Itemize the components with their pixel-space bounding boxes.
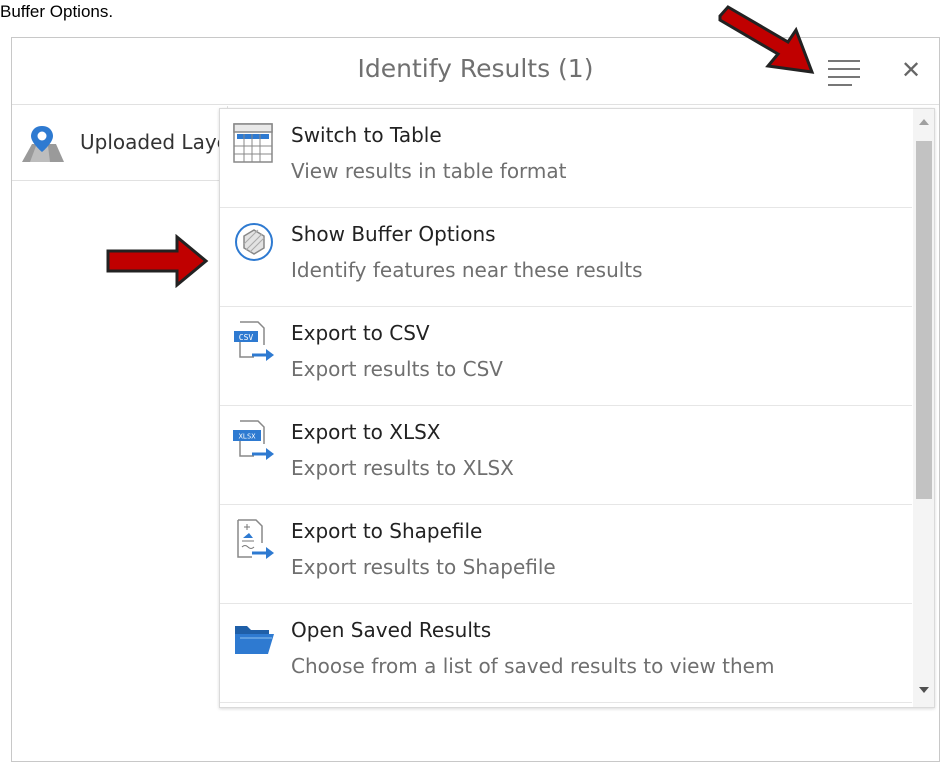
menu-item-description: Identify features near these results (291, 258, 643, 282)
menu-item-export-csv[interactable]: CSV Export to CSV Export results to CSV (220, 307, 912, 406)
csv-badge-text: CSV (239, 333, 254, 342)
xlsx-badge-text: XLSX (239, 433, 257, 441)
options-dropdown-menu: Switch to Table View results in table fo… (219, 108, 935, 708)
menu-item-label: Export to XLSX (291, 420, 441, 444)
map-pin-icon (22, 126, 64, 162)
buffer-icon (235, 223, 273, 261)
identify-results-window: Identify Results (1) ✕ Uploaded Layers (11, 37, 940, 762)
menu-item-label: Switch to Table (291, 123, 442, 147)
menu-item-show-buffer-options[interactable]: Show Buffer Options Identify features ne… (220, 208, 912, 307)
menu-icon[interactable] (826, 58, 862, 86)
shapefile-export-icon (237, 519, 274, 559)
folder-open-icon (235, 626, 274, 654)
layer-tab[interactable]: Uploaded Layers (12, 106, 228, 181)
caption-text: Buffer Options. (0, 2, 114, 21)
menu-item-label: Open Saved Results (291, 618, 492, 642)
scroll-thumb[interactable] (916, 141, 932, 499)
csv-export-icon: CSV (234, 321, 274, 361)
table-icon (233, 123, 273, 163)
menu-item-description: Export results to Shapefile (291, 555, 556, 579)
layer-tab-label: Uploaded Layers (80, 130, 227, 154)
scroll-up-arrow-icon[interactable] (919, 119, 929, 125)
menu-item-label: Show Buffer Options (291, 222, 496, 246)
menu-item-description: Choose from a list of saved results to v… (291, 654, 775, 678)
menu-item-export-shapefile[interactable]: Export to Shapefile Export results to Sh… (220, 505, 912, 604)
menu-item-open-saved-results[interactable]: Open Saved Results Choose from a list of… (220, 604, 912, 703)
menu-item-description: Export results to CSV (291, 357, 503, 381)
xlsx-export-icon: XLSX (233, 420, 274, 460)
menu-item-label: Export to CSV (291, 321, 430, 345)
menu-item-description: View results in table format (291, 159, 567, 183)
menu-item-label: Export to Shapefile (291, 519, 483, 543)
menu-item-export-xlsx[interactable]: XLSX Export to XLSX Export results to XL… (220, 406, 912, 505)
annotation-arrow-icon (718, 5, 815, 74)
annotation-arrow-icon (106, 234, 209, 288)
menu-item-description: Export results to XLSX (291, 456, 514, 480)
scroll-down-arrow-icon[interactable] (919, 687, 929, 693)
menu-scrollbar[interactable] (913, 109, 934, 707)
menu-item-switch-to-table[interactable]: Switch to Table View results in table fo… (220, 109, 912, 208)
close-icon[interactable]: ✕ (898, 55, 924, 85)
